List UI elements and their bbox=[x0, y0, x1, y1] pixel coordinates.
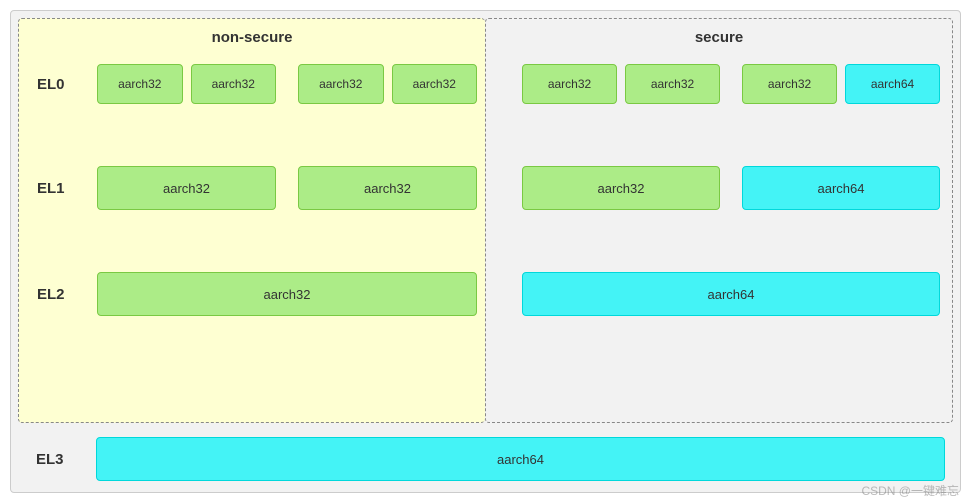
secure-panel: secure aarch32 aarch32 aarch32 aarch64 bbox=[485, 18, 953, 423]
row-el0-ns: EL0 aarch32 aarch32 aarch32 aarch32 bbox=[27, 64, 477, 104]
diagram-container: non-secure EL0 aarch32 aarch32 aarch32 a… bbox=[10, 10, 961, 493]
el1-sec-box: aarch64 bbox=[742, 166, 940, 210]
row-el2-ns: EL2 aarch32 bbox=[27, 272, 477, 316]
watermark-text: CSDN @一键难忘 bbox=[861, 482, 959, 499]
non-secure-title: non-secure bbox=[27, 29, 477, 46]
el1-ns-cells: aarch32 aarch32 bbox=[97, 166, 477, 210]
label-el1: EL1 bbox=[27, 180, 97, 197]
secure-title: secure bbox=[494, 29, 944, 46]
el0-sec-box: aarch32 bbox=[625, 64, 720, 104]
el2-sec-box: aarch64 bbox=[522, 272, 940, 316]
label-el0: EL0 bbox=[27, 76, 97, 93]
el0-sec-cells: aarch32 aarch32 aarch32 aarch64 bbox=[522, 64, 940, 104]
el0-sec-box: aarch32 bbox=[742, 64, 837, 104]
el3-cells: aarch64 bbox=[96, 437, 945, 481]
non-secure-panel: non-secure EL0 aarch32 aarch32 aarch32 a… bbox=[18, 18, 485, 423]
el0-ns-box: aarch32 bbox=[97, 64, 183, 104]
el0-ns-box: aarch32 bbox=[298, 64, 384, 104]
el1-sec-box: aarch32 bbox=[522, 166, 720, 210]
el1-sec-cells: aarch32 aarch64 bbox=[522, 166, 940, 210]
row-el3: EL3 aarch64 bbox=[18, 437, 953, 481]
el2-ns-cells: aarch32 bbox=[97, 272, 477, 316]
label-el2: EL2 bbox=[27, 286, 97, 303]
el0-ns-box: aarch32 bbox=[392, 64, 478, 104]
el2-sec-cells: aarch64 bbox=[522, 272, 940, 316]
el3-box: aarch64 bbox=[96, 437, 945, 481]
top-panels: non-secure EL0 aarch32 aarch32 aarch32 a… bbox=[18, 18, 953, 423]
el0-sec-box: aarch32 bbox=[522, 64, 617, 104]
label-el3: EL3 bbox=[26, 451, 96, 468]
row-el2-sec: aarch64 bbox=[522, 272, 940, 316]
el0-sec-box: aarch64 bbox=[845, 64, 940, 104]
row-el0-sec: aarch32 aarch32 aarch32 aarch64 bbox=[522, 64, 940, 104]
el1-ns-box: aarch32 bbox=[97, 166, 276, 210]
row-el1-sec: aarch32 aarch64 bbox=[522, 166, 940, 210]
el0-ns-cells: aarch32 aarch32 aarch32 aarch32 bbox=[97, 64, 477, 104]
row-el1-ns: EL1 aarch32 aarch32 bbox=[27, 166, 477, 210]
el0-ns-box: aarch32 bbox=[191, 64, 277, 104]
el2-ns-box: aarch32 bbox=[97, 272, 477, 316]
el1-ns-box: aarch32 bbox=[298, 166, 477, 210]
